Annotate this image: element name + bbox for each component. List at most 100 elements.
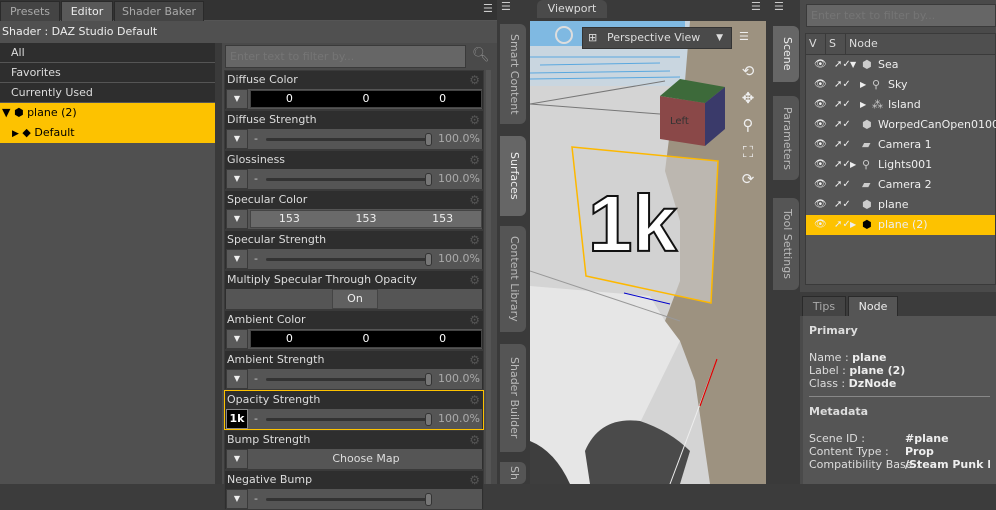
map-menu-button[interactable]: ▼ (226, 89, 248, 109)
splitter[interactable] (215, 43, 222, 484)
side-tab-scene[interactable]: Scene (773, 26, 799, 82)
visibility-eye-icon[interactable]: 👁︎ (814, 135, 827, 155)
view-select-dropdown[interactable]: ⊞ Perspective View ▼ (582, 27, 732, 49)
pan-icon[interactable]: ✥ (739, 85, 757, 112)
expand-arrow-icon[interactable]: ▼ (850, 55, 856, 75)
scene-node[interactable]: 👁︎ ➚✓ ▶ ⁂ Island (806, 95, 995, 115)
selectable-cursor-icon[interactable]: ➚✓ (834, 115, 851, 135)
panel-menu-icon[interactable]: ☰ (774, 0, 784, 13)
group-currently-used[interactable]: Currently Used (0, 83, 215, 103)
column-selectable[interactable]: S (826, 34, 846, 54)
scene-node[interactable]: 👁︎ ➚✓ ▶ ⬢ plane (2) (806, 215, 995, 235)
scene-node[interactable]: 👁︎ ➚✓ ▶ ⚲ Lights001 (806, 155, 995, 175)
value-slider[interactable]: -100.0% (250, 129, 482, 149)
visibility-eye-icon[interactable]: 👁︎ (814, 55, 827, 75)
tree-item-default[interactable]: ▶ ◆ Default (0, 123, 215, 143)
scene-node[interactable]: 👁︎ ➚✓ ▶ ⚲ Sky (806, 75, 995, 95)
selectable-cursor-icon[interactable]: ➚✓ (834, 55, 851, 75)
gear-icon[interactable]: ⚙ (469, 393, 480, 407)
visibility-eye-icon[interactable]: 👁︎ (814, 115, 827, 135)
group-all[interactable]: All (0, 43, 215, 63)
selectable-cursor-icon[interactable]: ➚✓ (834, 135, 851, 155)
map-menu-button[interactable]: ▼ (226, 369, 248, 389)
visibility-eye-icon[interactable]: 👁︎ (814, 175, 827, 195)
gear-icon[interactable]: ⚙ (469, 313, 480, 327)
gear-icon[interactable]: ⚙ (469, 193, 480, 207)
gear-icon[interactable]: ⚙ (469, 353, 480, 367)
tab-presets[interactable]: Presets (0, 1, 60, 21)
slider-handle[interactable] (425, 253, 432, 266)
slider-handle[interactable] (425, 133, 432, 146)
collapse-arrow-icon[interactable]: ▶ (850, 155, 856, 175)
value-slider[interactable]: -100.0% (250, 249, 482, 269)
viewport-menu-icon[interactable]: ☰ (739, 30, 749, 43)
expand-arrow-icon[interactable]: ▼ (2, 106, 10, 119)
map-menu-button[interactable]: ▼ (226, 329, 248, 349)
map-menu-button[interactable]: ▼ (226, 209, 248, 229)
map-menu-button[interactable]: ▼ (226, 169, 248, 189)
gear-icon[interactable]: ⚙ (469, 113, 480, 127)
collapse-arrow-icon[interactable]: ▶ (12, 129, 19, 139)
value-slider[interactable]: - (250, 489, 482, 509)
orbit-icon[interactable]: ⟲ (739, 58, 757, 85)
scrollbar[interactable] (486, 70, 491, 484)
visibility-eye-icon[interactable]: 👁︎ (814, 215, 827, 235)
color-field[interactable]: 153 153 153 (250, 210, 482, 228)
tab-node[interactable]: Node (848, 296, 898, 316)
selectable-cursor-icon[interactable]: ➚✓ (834, 155, 851, 175)
panel-menu-icon[interactable]: ☰ (483, 2, 493, 15)
column-visible[interactable]: V (806, 34, 826, 54)
property-filter-input[interactable] (225, 45, 466, 68)
side-tab-parameters[interactable]: Parameters (773, 96, 799, 180)
side-tab-content-library[interactable]: Content Library (500, 226, 526, 332)
slider-handle[interactable] (425, 373, 432, 386)
color-field[interactable]: 0 0 0 (250, 90, 482, 108)
gear-icon[interactable]: ⚙ (469, 433, 480, 447)
scene-node[interactable]: 👁︎ ➚✓ ⬢ WorpedCanOpen01001 (806, 115, 996, 135)
visibility-eye-icon[interactable]: 👁︎ (814, 195, 827, 215)
render-sphere-icon[interactable] (555, 26, 573, 44)
reset-view-icon[interactable]: ⟳ (739, 166, 757, 193)
collapse-arrow-icon[interactable]: ▶ (860, 75, 866, 95)
toggle-button[interactable]: On (332, 289, 378, 309)
tab-editor[interactable]: Editor (61, 1, 113, 21)
visibility-eye-icon[interactable]: 👁︎ (814, 95, 827, 115)
selectable-cursor-icon[interactable]: ➚✓ (834, 95, 851, 115)
gear-icon[interactable]: ⚙ (469, 233, 480, 247)
scene-node[interactable]: 👁︎ ➚✓ ▰ Camera 1 (806, 135, 995, 155)
search-icon[interactable]: 🔍︎ (472, 47, 490, 63)
color-field[interactable]: 0 0 0 (250, 330, 482, 348)
gear-icon[interactable]: ⚙ (469, 273, 480, 287)
value-slider[interactable]: -100.0% (250, 409, 482, 429)
gear-icon[interactable]: ⚙ (469, 473, 480, 487)
view-cube-icon[interactable]: Left (660, 79, 725, 146)
selectable-cursor-icon[interactable]: ➚✓ (834, 195, 851, 215)
slider-handle[interactable] (425, 413, 432, 426)
side-tab-shader-builder[interactable]: Shader Builder (500, 344, 526, 452)
side-tab-shader-mixer[interactable]: Sh (500, 462, 526, 484)
selectable-cursor-icon[interactable]: ➚✓ (834, 175, 851, 195)
slider-handle[interactable] (425, 173, 432, 186)
column-node[interactable]: Node (846, 34, 878, 54)
scene-node[interactable]: 👁︎ ➚✓ ▰ Camera 2 (806, 175, 995, 195)
choose-map-button[interactable]: Choose Map (250, 449, 482, 469)
scene-node[interactable]: 👁︎ ➚✓ ⬢ plane (806, 195, 995, 215)
scene-filter-input[interactable] (806, 4, 996, 27)
selectable-cursor-icon[interactable]: ➚✓ (834, 215, 851, 235)
zoom-icon[interactable]: ⚲ (739, 112, 757, 139)
opacity-map-thumbnail[interactable]: 1k (226, 409, 248, 429)
value-slider[interactable]: -100.0% (250, 369, 482, 389)
map-menu-button[interactable]: ▼ (226, 449, 248, 469)
tree-item-plane-2[interactable]: ▼ ⬢ plane (2) (0, 103, 215, 123)
map-menu-button[interactable]: ▼ (226, 249, 248, 269)
visibility-eye-icon[interactable]: 👁︎ (814, 75, 827, 95)
gear-icon[interactable]: ⚙ (469, 73, 480, 87)
frame-icon[interactable]: ⛶ (739, 139, 757, 166)
value-slider[interactable]: -100.0% (250, 169, 482, 189)
scene-node[interactable]: 👁︎ ➚✓ ▼ ⬢ Sea (806, 55, 995, 75)
gear-icon[interactable]: ⚙ (469, 153, 480, 167)
tab-viewport[interactable]: Viewport (537, 0, 607, 18)
collapse-arrow-icon[interactable]: ▶ (850, 215, 856, 235)
group-favorites[interactable]: Favorites (0, 63, 215, 83)
map-menu-button[interactable]: ▼ (226, 129, 248, 149)
